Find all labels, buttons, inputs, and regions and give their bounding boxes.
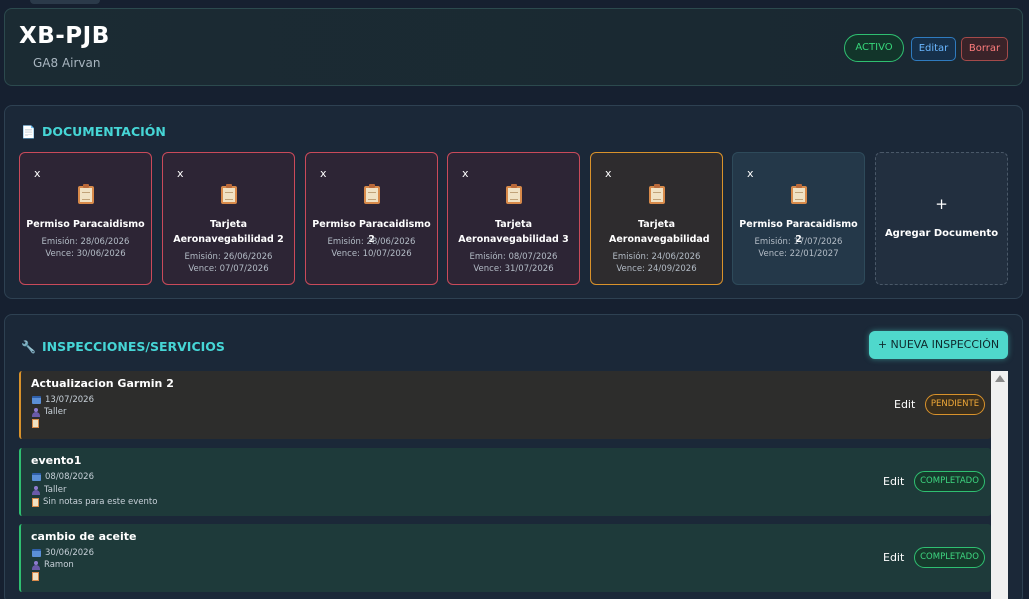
document-card[interactable]: x Permiso Paracaidismo 2 Emisión: 17/07/…: [732, 152, 865, 285]
inspection-person: Taller: [44, 485, 67, 495]
inspection-date: 13/07/2026: [45, 395, 94, 405]
document-name: Tarjeta Aeronavegabilidad: [609, 219, 710, 245]
document-issued: Emisión: 08/07/2026: [469, 252, 558, 262]
document-name: Permiso Paracaidismo: [26, 219, 145, 230]
document-card[interactable]: x Permiso Paracaidismo 2 Emisión: 28/06/…: [305, 152, 438, 285]
edit-inspection-link[interactable]: Edit: [883, 475, 904, 488]
inspection-title: Actualizacion Garmin 2: [31, 377, 174, 390]
document-expires: Vence: 30/06/2026: [45, 249, 126, 259]
notes-icon: [32, 572, 39, 581]
document-card[interactable]: x Tarjeta Aeronavegabilidad Emisión: 24/…: [590, 152, 723, 285]
documentation-title: 📄 DOCUMENTACIÓN: [21, 124, 166, 139]
delete-document-icon[interactable]: x: [320, 167, 327, 180]
inspection-notes: Sin notas para este evento: [43, 497, 158, 507]
inspection-date-row: 13/07/2026: [32, 395, 94, 405]
inspection-notes-row: Sin notas para este evento: [32, 497, 157, 507]
inspection-notes-row: [32, 572, 43, 581]
inspection-date-row: 08/08/2026: [32, 472, 94, 482]
edit-aircraft-button[interactable]: Editar: [911, 37, 956, 61]
inspection-person-row: Taller: [32, 407, 66, 417]
aircraft-registration: XB-PJB: [19, 23, 110, 49]
list-scrollbar[interactable]: [991, 371, 1008, 599]
calendar-icon: [32, 396, 41, 404]
new-inspection-button[interactable]: + NUEVA INSPECCIÓN: [869, 331, 1008, 359]
scroll-up-arrow-icon[interactable]: [995, 375, 1005, 382]
add-document-button[interactable]: + Agregar Documento: [875, 152, 1008, 285]
inspection-item: Actualizacion Garmin 2 13/07/2026 Taller…: [19, 371, 991, 439]
clipboard-icon: [78, 184, 94, 204]
edit-inspection-link[interactable]: Edit: [883, 551, 904, 564]
inspection-date: 30/06/2026: [45, 548, 94, 558]
document-issued: Emisión: 24/06/2026: [612, 252, 701, 262]
add-document-label: Agregar Documento: [884, 228, 999, 239]
status-badge: ACTIVO: [844, 34, 904, 62]
document-expires: Vence: 24/09/2026: [616, 264, 697, 274]
inspections-title: 🔧 INSPECCIONES/SERVICIOS: [21, 339, 225, 354]
clipboard-icon: [791, 184, 807, 204]
inspection-title: cambio de aceite: [31, 530, 137, 543]
inspections-list: Actualizacion Garmin 2 13/07/2026 Taller…: [19, 371, 1008, 599]
documentation-title-label: DOCUMENTACIÓN: [41, 124, 166, 139]
user-icon: [32, 407, 40, 417]
status-badge: COMPLETADO: [914, 471, 985, 492]
aircraft-header: XB-PJB GA8 Airvan ACTIVO Editar Borrar: [4, 8, 1023, 86]
inspection-item: cambio de aceite 30/06/2026 Ramon Edit C…: [19, 524, 991, 592]
wrench-icon: 🔧: [21, 339, 36, 354]
document-card[interactable]: x Permiso Paracaidismo Emisión: 28/06/20…: [19, 152, 152, 285]
document-name: Tarjeta Aeronavegabilidad 3: [458, 219, 569, 245]
document-issued: Emisión: 26/06/2026: [184, 252, 273, 262]
status-badge: COMPLETADO: [914, 547, 985, 568]
calendar-icon: [32, 549, 41, 557]
clipboard-icon: [649, 184, 665, 204]
clipboard-icon: [506, 184, 522, 204]
documentation-panel: 📄 DOCUMENTACIÓN x Permiso Paracaidismo E…: [4, 105, 1023, 299]
document-name: Tarjeta Aeronavegabilidad 2: [173, 219, 284, 245]
user-icon: [32, 485, 40, 495]
delete-aircraft-button[interactable]: Borrar: [961, 37, 1008, 61]
top-tab: [30, 0, 100, 4]
document-expires: Vence: 10/07/2026: [331, 249, 412, 259]
document-card[interactable]: x Tarjeta Aeronavegabilidad 2 Emisión: 2…: [162, 152, 295, 285]
inspection-date: 08/08/2026: [45, 472, 94, 482]
document-icon: 📄: [21, 124, 36, 139]
delete-document-icon[interactable]: x: [462, 167, 469, 180]
delete-document-icon[interactable]: x: [177, 167, 184, 180]
delete-document-icon[interactable]: x: [34, 167, 41, 180]
document-issued: Emisión: 28/06/2026: [327, 237, 416, 247]
notes-icon: [32, 497, 39, 507]
inspection-person-row: Ramon: [32, 560, 74, 570]
inspection-title: evento1: [31, 454, 82, 467]
delete-document-icon[interactable]: x: [747, 167, 754, 180]
document-issued: Emisión: 28/06/2026: [41, 237, 130, 247]
document-expires: Vence: 07/07/2026: [188, 264, 269, 274]
clipboard-icon: [221, 184, 237, 204]
inspection-notes-row: [32, 419, 43, 428]
document-card[interactable]: x Tarjeta Aeronavegabilidad 3 Emisión: 0…: [447, 152, 580, 285]
edit-inspection-link[interactable]: Edit: [894, 398, 915, 411]
document-expires: Vence: 22/01/2027: [758, 249, 839, 259]
inspection-person-row: Taller: [32, 485, 66, 495]
calendar-icon: [32, 473, 41, 481]
user-icon: [32, 560, 40, 570]
inspection-date-row: 30/06/2026: [32, 548, 94, 558]
inspections-panel: 🔧 INSPECCIONES/SERVICIOS + NUEVA INSPECC…: [4, 314, 1023, 599]
document-expires: Vence: 31/07/2026: [473, 264, 554, 274]
inspection-person: Ramon: [44, 560, 74, 570]
plus-icon: +: [935, 195, 948, 213]
aircraft-model: GA8 Airvan: [33, 56, 101, 70]
inspection-person: Taller: [44, 407, 67, 417]
clipboard-icon: [364, 184, 380, 204]
document-issued: Emisión: 17/07/2026: [754, 237, 843, 247]
inspections-title-label: INSPECCIONES/SERVICIOS: [41, 339, 225, 354]
status-badge: PENDIENTE: [925, 394, 985, 415]
delete-document-icon[interactable]: x: [605, 167, 612, 180]
inspection-item: evento1 08/08/2026 Taller Sin notas para…: [19, 448, 991, 516]
notes-icon: [32, 419, 39, 428]
